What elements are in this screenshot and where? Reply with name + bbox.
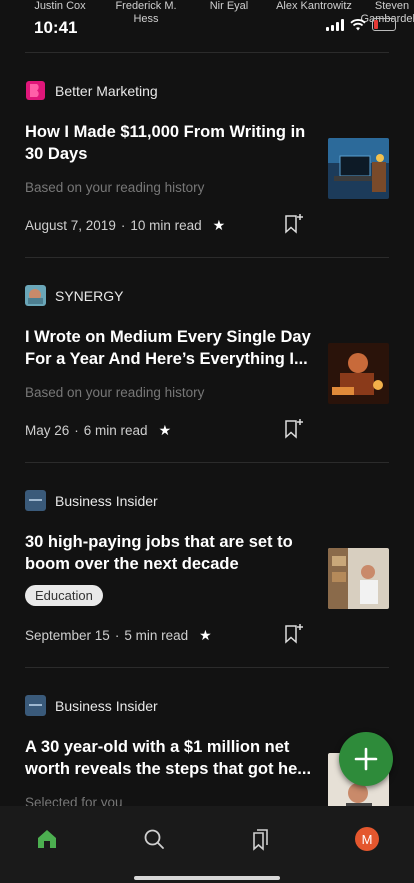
home-indicator xyxy=(134,876,280,880)
publication-name: SYNERGY xyxy=(55,287,124,304)
publication-row[interactable]: Business Insider xyxy=(25,695,158,716)
article-title[interactable]: A 30 year-old with a $1 million net wort… xyxy=(25,736,315,780)
publication-name: Better Marketing xyxy=(55,82,158,99)
compose-fab-button[interactable] xyxy=(339,732,393,786)
member-star-icon: ★ xyxy=(212,217,226,233)
article-card[interactable]: SYNERGY I Wrote on Medium Every Single D… xyxy=(0,258,414,462)
article-meta: August 7, 2019 · 10 min read ★ xyxy=(25,217,225,234)
article-meta: September 15 · 5 min read ★ xyxy=(25,627,212,644)
article-card[interactable]: Business Insider 30 high-paying jobs tha… xyxy=(0,463,414,667)
article-date: August 7, 2019 xyxy=(25,218,116,233)
meta-separator: · xyxy=(74,423,79,438)
publication-name: Business Insider xyxy=(55,492,158,509)
article-date: September 15 xyxy=(25,628,110,643)
recommendation-reason: Selected for you xyxy=(25,795,123,806)
system-icons xyxy=(326,18,396,31)
nav-home[interactable] xyxy=(32,824,62,854)
bottom-nav: M xyxy=(0,806,414,883)
clock: 10:41 xyxy=(34,18,78,37)
nav-search[interactable] xyxy=(139,824,169,854)
author-name[interactable]: Frederick M. Hess xyxy=(108,0,184,26)
bookmarks-icon xyxy=(253,829,268,851)
recommendation-reason: Based on your reading history xyxy=(25,385,205,400)
avatar: M xyxy=(355,827,379,851)
article-title[interactable]: How I Made $11,000 From Writing in 30 Da… xyxy=(25,121,315,165)
author-name[interactable]: Alex Kantrowitz xyxy=(276,0,352,13)
battery-icon xyxy=(372,18,396,31)
plus-icon xyxy=(354,747,378,771)
read-time: 5 min read xyxy=(124,628,189,643)
synergy-logo-icon xyxy=(25,285,46,306)
bookmark-add-icon[interactable] xyxy=(283,417,305,439)
article-feed[interactable]: Better Marketing How I Made $11,000 From… xyxy=(0,46,414,806)
publication-row[interactable]: Better Marketing xyxy=(25,80,158,101)
topic-tag[interactable]: Education xyxy=(25,585,103,606)
cellular-signal-icon xyxy=(326,18,344,31)
wifi-icon xyxy=(350,18,366,30)
article-thumbnail[interactable] xyxy=(328,343,389,404)
business-insider-logo-icon xyxy=(25,490,46,511)
read-time: 6 min read xyxy=(83,423,148,438)
article-card[interactable]: Better Marketing How I Made $11,000 From… xyxy=(0,53,414,257)
nav-profile[interactable]: M xyxy=(352,824,382,854)
home-icon xyxy=(38,830,56,848)
better-marketing-logo-icon xyxy=(26,81,45,100)
article-thumbnail[interactable] xyxy=(328,138,389,199)
publication-name: Business Insider xyxy=(55,697,158,714)
status-bar: Justin Cox Frederick M. Hess Nir Eyal Al… xyxy=(0,0,414,46)
author-name[interactable]: Justin Cox xyxy=(22,0,98,13)
meta-separator: · xyxy=(114,628,120,643)
bookmark-add-icon[interactable] xyxy=(283,212,305,234)
article-title[interactable]: I Wrote on Medium Every Single Day For a… xyxy=(25,326,315,370)
read-time: 10 min read xyxy=(130,218,202,233)
business-insider-logo-icon xyxy=(25,695,46,716)
author-name[interactable]: Nir Eyal xyxy=(194,0,264,13)
member-star-icon: ★ xyxy=(158,422,172,438)
search-icon xyxy=(144,829,164,849)
article-title[interactable]: 30 high-paying jobs that are set to boom… xyxy=(25,531,315,575)
member-star-icon: ★ xyxy=(199,627,212,643)
meta-separator: · xyxy=(120,218,126,233)
recommendation-reason: Based on your reading history xyxy=(25,180,205,195)
publication-row[interactable]: SYNERGY xyxy=(25,285,123,306)
article-date: May 26 xyxy=(25,423,70,438)
publication-row[interactable]: Business Insider xyxy=(25,490,158,511)
nav-bookmarks[interactable] xyxy=(245,824,275,854)
article-thumbnail[interactable] xyxy=(328,548,389,609)
article-meta: May 26 · 6 min read ★ xyxy=(25,422,171,439)
bookmark-add-icon[interactable] xyxy=(283,622,305,644)
